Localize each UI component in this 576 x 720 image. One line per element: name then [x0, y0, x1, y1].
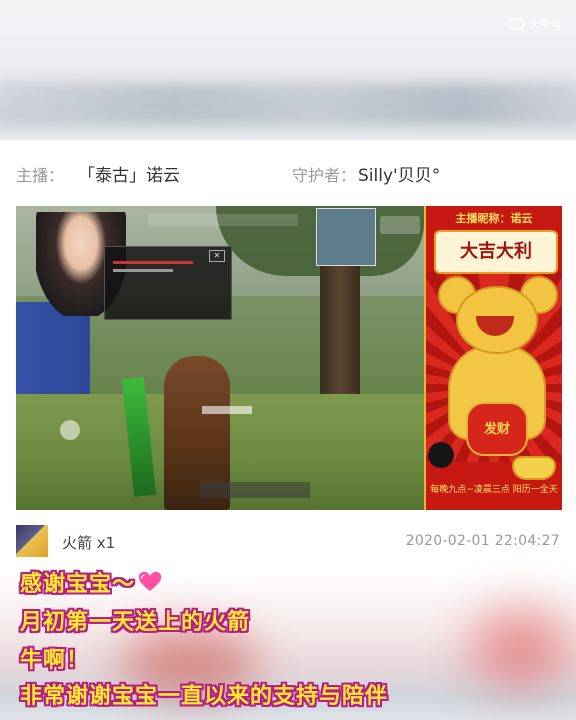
guard-name[interactable]: Silly'贝贝° — [358, 161, 440, 186]
poster-nickname: 主播昵称：诺云 — [455, 212, 533, 225]
tree-trunk — [320, 246, 360, 406]
gift-name: 火箭 x1 — [62, 534, 116, 552]
app-logo-icon — [509, 18, 525, 30]
gift-rocket-icon — [16, 525, 48, 557]
watermark-text: 大鱼号 — [529, 18, 562, 31]
watermark: 大鱼号 — [509, 16, 562, 32]
blue-container-wall — [16, 302, 90, 396]
panel-text-bar — [113, 261, 193, 264]
poster-schedule: 每晚九点~凌晨三点 阳历一全天 — [430, 485, 558, 495]
gift-record-row: 火箭 x1 2020-02-01 22:04:27 — [0, 518, 576, 566]
lucky-pot: 发财 — [466, 402, 528, 456]
caption-line-4: 非常谢谢宝宝一直以来的支持与陪伴 — [20, 684, 389, 709]
gift-timestamp: 2020-02-01 22:04:27 — [405, 533, 560, 549]
poster-banner: 大吉大利 — [434, 230, 558, 274]
guard-label: 守护者： — [292, 166, 357, 185]
caption-line-3: 牛啊！ — [20, 648, 90, 673]
game-bottom-hud — [200, 482, 310, 498]
caption-text: 感谢宝宝～ — [20, 572, 136, 597]
host-name[interactable]: 「泰古」诺云 — [78, 161, 180, 186]
gold-ingot-icon — [512, 456, 556, 480]
host-label: 主播： — [16, 166, 65, 185]
game-hud-top — [148, 214, 298, 226]
game-hud-icons — [380, 216, 420, 234]
game-dialog-panel: ✕ — [104, 246, 232, 320]
stream-video-frame[interactable]: ✕ 主播昵称：诺云 大吉大利 发财 每晚九点~凌晨三点 阳历一全天 — [16, 206, 562, 510]
host-info-row: 主播： 「泰古」诺云 守护者： Silly'贝贝° — [0, 148, 576, 196]
new-year-poster: 主播昵称：诺云 大吉大利 发财 每晚九点~凌晨三点 阳历一全天 — [424, 206, 562, 510]
caption-line-2: 月初第一天送上的火箭 — [20, 610, 251, 635]
caption-line-1: 感谢宝宝～ — [20, 566, 163, 598]
panel-text-bar — [113, 269, 173, 272]
blur-streak — [0, 84, 576, 122]
game-minimap — [316, 208, 376, 266]
close-icon: ✕ — [209, 250, 225, 262]
blur-blob — [470, 608, 570, 688]
pot-text: 发财 — [484, 422, 511, 437]
joystick-icon — [60, 420, 80, 440]
heart-icon — [137, 570, 163, 593]
mickey-icon — [428, 442, 454, 468]
game-hint-label — [202, 406, 252, 414]
game-scene: ✕ — [16, 206, 424, 510]
blurred-header-background: 大鱼号 — [0, 0, 576, 140]
